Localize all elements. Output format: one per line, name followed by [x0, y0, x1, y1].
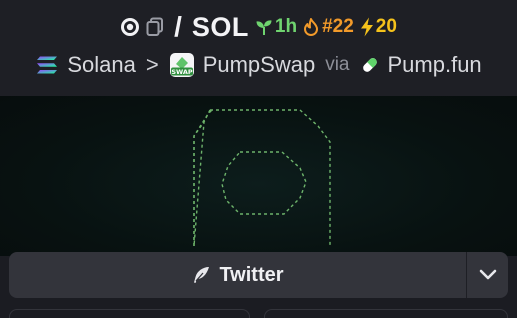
pumpswap-logo-text: SWAP: [171, 68, 193, 76]
pair-age-badge: 1h: [255, 16, 297, 38]
more-links-dropdown-button[interactable]: [467, 252, 508, 298]
via-label: via: [325, 54, 350, 75]
chevron-down-icon: [479, 269, 497, 281]
chain-link[interactable]: Solana: [67, 52, 136, 78]
pair-title-row: / SOL 1h #22 20: [0, 8, 517, 46]
flame-icon: [303, 18, 319, 36]
pumpswap-logo-icon: SWAP: [169, 52, 195, 78]
twitter-button[interactable]: Twitter: [9, 252, 466, 298]
boosts-badge[interactable]: 20: [360, 16, 397, 38]
token-logo-icon[interactable]: [120, 17, 140, 37]
solana-logo-icon: [35, 55, 59, 75]
twitter-button-label: Twitter: [219, 263, 284, 286]
lightning-icon: [360, 17, 374, 37]
pair-symbol: SOL: [191, 11, 249, 42]
token-banner: [0, 96, 517, 256]
ascii-banner-art: [193, 109, 331, 247]
pair-age: 1h: [274, 16, 298, 37]
trending-rank-badge[interactable]: #22: [303, 16, 354, 38]
pill-icon: [360, 55, 380, 75]
trending-rank: #22: [322, 16, 354, 37]
dex-link[interactable]: PumpSwap: [203, 52, 316, 78]
feather-icon: [191, 265, 211, 285]
pair-chain-row: Solana > SWAP PumpSwap via Pump.fun: [0, 50, 517, 80]
breadcrumb-separator: >: [145, 52, 159, 77]
bottom-left-button[interactable]: [9, 309, 250, 318]
pair-slash: /: [174, 11, 182, 42]
launchpad-link[interactable]: Pump.fun: [388, 52, 482, 78]
boosts-count: 20: [375, 16, 397, 37]
bottom-right-button[interactable]: [264, 309, 508, 318]
social-links-bar: Twitter: [9, 252, 508, 298]
copy-icon[interactable]: [146, 17, 164, 37]
pair-header: / SOL 1h #22 20 Solana > SWAP PumpSwap v…: [0, 0, 517, 96]
seedling-icon: [255, 18, 273, 36]
